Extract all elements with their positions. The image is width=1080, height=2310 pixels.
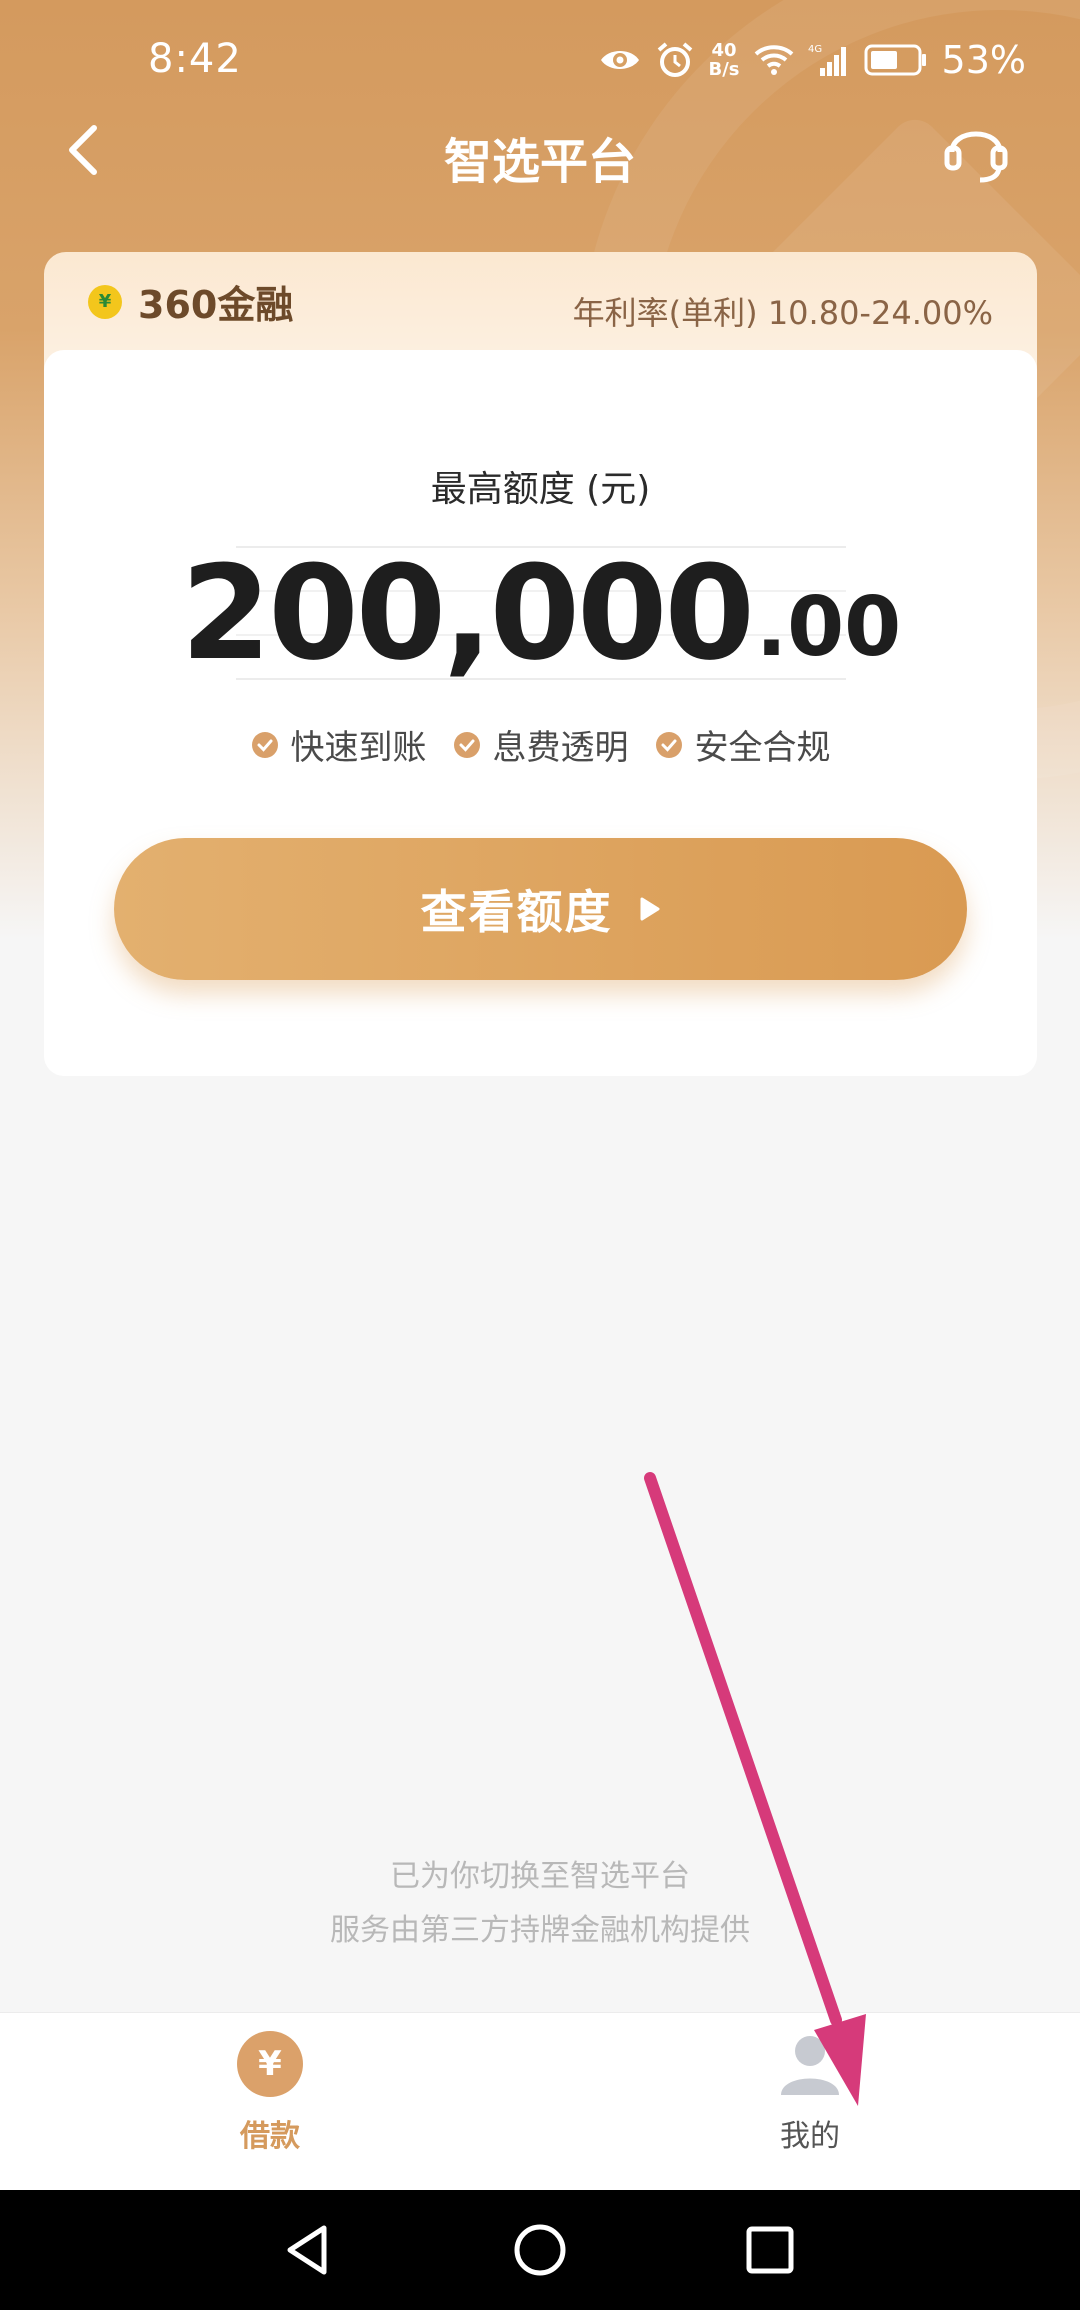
- feature-item: 安全合规: [655, 720, 831, 769]
- notice-line-2: 服务由第三方持牌金融机构提供: [330, 1913, 750, 1948]
- check-circle-icon: [251, 731, 278, 758]
- check-circle-icon: [453, 731, 480, 758]
- play-arrow-icon: [640, 897, 659, 921]
- feature-label: 息费透明: [492, 728, 629, 768]
- limit-amount: 200,000 .00: [181, 546, 901, 680]
- tab-mine-label: 我的: [780, 2119, 840, 2154]
- platform-notice: 已为你切换至智选平台 服务由第三方持牌金融机构提供: [0, 1850, 1080, 1958]
- user-icon: [781, 2036, 839, 2095]
- product-card: 最高额度 (元) 200,000 .00 快速到账 息费透明 安全合规 查看额度: [44, 350, 1037, 1076]
- interest-rate: 年利率(单利) 10.80-24.00%: [572, 294, 993, 332]
- customer-service-icon[interactable]: [940, 114, 1012, 186]
- view-limit-button[interactable]: 查看额度: [114, 838, 967, 980]
- status-bar: 8:42 40 B/s 4G 53%: [0, 0, 1080, 120]
- nav-bar: 智选平台: [0, 110, 1080, 190]
- system-navigation-bar: [0, 2190, 1080, 2310]
- status-time: 8:42: [148, 36, 242, 82]
- limit-label: 最高额度 (元): [430, 469, 651, 510]
- network-type-label: 4G: [808, 44, 822, 55]
- tab-loan[interactable]: ¥ 借款: [170, 2031, 370, 2155]
- network-speed-unit: B/s: [708, 59, 740, 80]
- yuan-coin-icon: ¥: [88, 284, 122, 319]
- network-speed-value: 40: [711, 40, 737, 61]
- tab-bar: ¥ 借款 我的: [0, 2012, 1080, 2191]
- system-recents-icon[interactable]: [740, 2220, 800, 2280]
- page-title: 智选平台: [443, 134, 636, 190]
- network-speed: 40 B/s: [709, 41, 740, 79]
- yuan-icon: ¥: [237, 2031, 303, 2097]
- feature-item: 快速到账: [251, 720, 427, 769]
- feature-list: 快速到账 息费透明 安全合规: [44, 720, 1037, 769]
- system-home-icon[interactable]: [510, 2220, 570, 2280]
- amount-decimal: .00: [755, 580, 902, 675]
- notice-line-1: 已为你切换至智选平台: [390, 1859, 690, 1894]
- check-circle-icon: [655, 731, 682, 758]
- cellular-signal-icon: 4G: [808, 44, 846, 76]
- brand-name: 360金融: [138, 283, 294, 327]
- feature-label: 快速到账: [290, 728, 427, 768]
- view-limit-button-label: 查看额度: [420, 885, 613, 939]
- feature-item: 息费透明: [453, 720, 629, 769]
- battery-icon: [864, 44, 926, 76]
- battery-percentage: 53%: [941, 38, 1026, 82]
- tab-loan-label: 借款: [240, 2119, 300, 2154]
- feature-label: 安全合规: [694, 728, 831, 768]
- system-back-icon[interactable]: [278, 2220, 338, 2280]
- wifi-icon: [754, 45, 793, 75]
- eye-icon: [600, 51, 639, 69]
- brand: ¥ 360金融: [88, 274, 293, 329]
- status-icons: 40 B/s 4G 53%: [599, 38, 1026, 82]
- tab-mine[interactable]: 我的: [710, 2031, 910, 2155]
- alarm-icon: [657, 42, 692, 77]
- amount-integer: 200,000: [180, 537, 755, 689]
